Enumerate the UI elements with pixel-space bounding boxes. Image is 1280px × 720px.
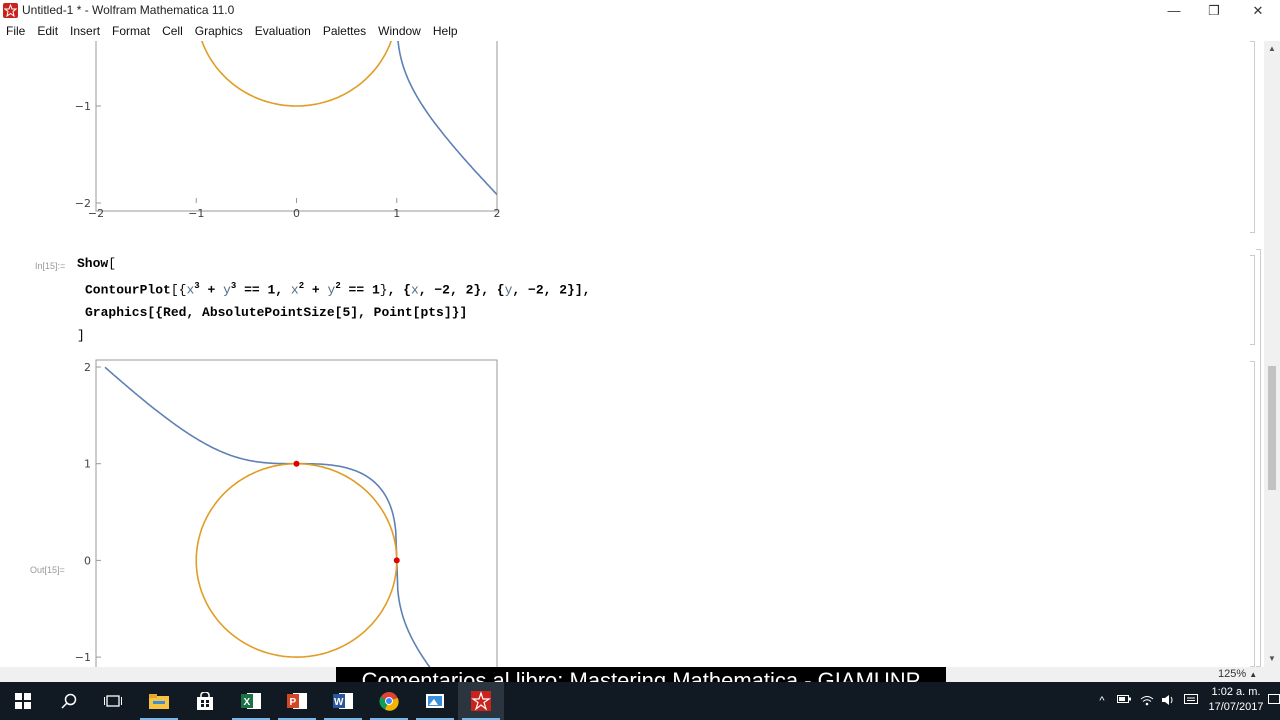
code-line-contourplot[interactable]: ContourPlot[{x3 + y3 == 1, x2 + y2 == 1}… [85, 281, 590, 297]
taskbar-clock[interactable]: 1:02 a. m. 17/07/2017 [1206, 685, 1266, 715]
start-button[interactable] [0, 682, 46, 720]
chrome-icon [379, 692, 399, 711]
cubic-contour-curve [397, 41, 497, 196]
x-tick-label: 0 [293, 207, 300, 220]
windows-taskbar: X P W ^ 1:02 a. m. 17/07/2017 [0, 682, 1280, 720]
cell-bracket[interactable] [1256, 249, 1261, 667]
intersection-point [393, 557, 400, 564]
svg-text:X: X [244, 697, 251, 708]
contour-plot-bottom[interactable]: 2 1 0 −1 [70, 353, 520, 667]
x-tick-label: −2 [88, 207, 104, 220]
mathematica-logo-icon [3, 3, 18, 18]
taskbar-powerpoint[interactable]: P [274, 682, 320, 720]
x-tick-label: 1 [393, 207, 400, 220]
input-keyboard-icon[interactable] [1184, 694, 1198, 708]
menu-bar: File Edit Insert Format Cell Graphics Ev… [0, 21, 1280, 41]
svg-text:P: P [290, 697, 297, 708]
show-hidden-icons-icon[interactable]: ^ [1095, 694, 1109, 708]
svg-text:W: W [334, 697, 344, 708]
scroll-thumb[interactable] [1268, 366, 1276, 490]
contourplot-keyword: ContourPlot [85, 282, 171, 298]
menu-evaluation[interactable]: Evaluation [249, 21, 317, 41]
word-icon: W [333, 693, 353, 709]
scroll-up-arrow-icon[interactable]: ▲ [1264, 41, 1280, 57]
clock-time: 1:02 a. m. [1211, 686, 1261, 698]
restore-button[interactable]: ❐ [1192, 0, 1236, 21]
windows-logo-icon [15, 693, 31, 709]
x-tick-label: −1 [188, 207, 204, 220]
y-tick-label: −1 [75, 651, 91, 664]
store-bag-icon [197, 692, 213, 710]
y-tick-label: 2 [84, 361, 91, 374]
cell-bracket[interactable] [1250, 41, 1255, 233]
menu-window[interactable]: Window [372, 21, 427, 41]
y-tick-label: −1 [75, 100, 91, 113]
zoom-level: 125% [1218, 668, 1247, 680]
output-label: Out[15]= [30, 565, 65, 575]
taskbar-mathematica[interactable] [458, 682, 504, 720]
menu-palettes[interactable]: Palettes [317, 21, 372, 41]
taskbar-store[interactable] [182, 682, 228, 720]
powerpoint-icon: P [287, 693, 307, 709]
search-button[interactable] [46, 682, 92, 720]
task-view-button[interactable] [90, 682, 136, 720]
scroll-down-arrow-icon[interactable]: ▼ [1264, 651, 1280, 667]
y-tick-label: 1 [84, 458, 91, 471]
code-line-show[interactable]: Show[ [77, 256, 116, 271]
zoom-arrow-icon: ▲ [1249, 670, 1258, 679]
battery-icon[interactable] [1117, 694, 1131, 708]
zoom-menu[interactable]: 125% ▲ [1218, 667, 1257, 682]
folder-icon [149, 694, 169, 709]
menu-format[interactable]: Format [106, 21, 156, 41]
code-line-graphics[interactable]: Graphics[{Red, AbsolutePointSize[5], Poi… [85, 305, 467, 320]
menu-file[interactable]: File [0, 21, 31, 41]
y-tick-label: 0 [84, 554, 91, 567]
taskbar-word[interactable]: W [320, 682, 366, 720]
input-label: In[15]:= [35, 261, 66, 271]
plot-frame [95, 359, 498, 667]
cell-bracket[interactable] [1250, 255, 1255, 345]
circle-contour-curve [200, 41, 392, 107]
taskbar-excel[interactable]: X [228, 682, 274, 720]
show-keyword: Show [77, 256, 109, 271]
contour-plot-top[interactable]: −1−2−2 −1 0 1 2 [70, 41, 520, 236]
menu-cell[interactable]: Cell [156, 21, 189, 41]
notifications-icon[interactable] [1268, 694, 1280, 708]
task-view-icon [104, 695, 122, 707]
excel-icon: X [241, 693, 261, 709]
minimize-button[interactable]: — [1152, 0, 1196, 21]
photos-icon [426, 694, 444, 708]
wifi-icon[interactable] [1140, 694, 1154, 708]
close-button[interactable]: ✕ [1236, 0, 1280, 21]
menu-graphics[interactable]: Graphics [189, 21, 249, 41]
close-bracket: ] [77, 328, 85, 343]
notebook-area[interactable]: −1 −2 −2 −1 0 1 2 In[15]:= Show[ ContourPlot[{… [0, 41, 1264, 667]
title-bar: Untitled-1 * - Wolfram Mathematica 11.0 … [0, 0, 1280, 21]
search-icon [61, 693, 77, 709]
cubic-contour-curve [104, 366, 431, 667]
cell-bracket[interactable] [1250, 361, 1255, 667]
menu-edit[interactable]: Edit [31, 21, 64, 41]
vertical-scrollbar[interactable]: ▲ ▼ [1264, 41, 1280, 667]
circle-contour-curve [195, 462, 398, 658]
intersection-point [293, 460, 300, 467]
window-title: Untitled-1 * - Wolfram Mathematica 11.0 [22, 3, 235, 17]
volume-icon[interactable] [1161, 694, 1175, 708]
x-tick-label: 2 [494, 207, 501, 220]
menu-insert[interactable]: Insert [64, 21, 106, 41]
menu-help[interactable]: Help [427, 21, 464, 41]
taskbar-chrome[interactable] [366, 682, 412, 720]
taskbar-photos[interactable] [412, 682, 458, 720]
open-bracket: [ [108, 256, 117, 271]
taskbar-file-explorer[interactable] [136, 682, 182, 720]
clock-date: 17/07/2017 [1208, 701, 1264, 713]
mathematica-icon [471, 691, 491, 711]
